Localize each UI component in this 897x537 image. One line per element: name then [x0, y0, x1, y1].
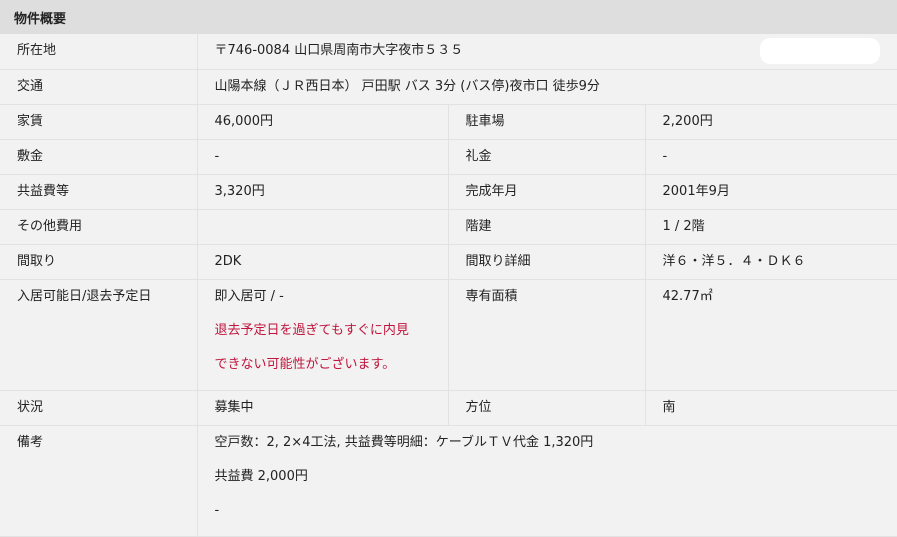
- section-header: 物件概要: [0, 0, 897, 34]
- status-value: 募集中: [197, 390, 448, 425]
- row-label: 間取り詳細: [448, 244, 645, 279]
- row-label: 備考: [0, 425, 197, 536]
- warning-text: 退去予定日を過ぎてもすぐに内見: [215, 322, 448, 356]
- property-table: 所在地 〒746-0084 山口県周南市大字夜市５３５ 交通 山陽本線（ＪＲ西日…: [0, 34, 897, 537]
- table-row-rent: 家賃 46,000円 駐車場 2,200円: [0, 104, 897, 139]
- row-label: 交通: [0, 69, 197, 104]
- row-label: 家賃: [0, 104, 197, 139]
- table-row-layout: 間取り 2DK 間取り詳細 洋６・洋５．４・ＤＫ６: [0, 244, 897, 279]
- layout-value: 2DK: [197, 244, 448, 279]
- key-money-value: -: [645, 139, 897, 174]
- row-label: 敷金: [0, 139, 197, 174]
- direction-value: 南: [645, 390, 897, 425]
- row-label: 間取り: [0, 244, 197, 279]
- deposit-value: -: [197, 139, 448, 174]
- remarks-value: 空戸数：2, 2×4工法, 共益費等明細：ケーブルＴＶ代金 1,320円 共益費…: [197, 425, 897, 536]
- row-label: 駐車場: [448, 104, 645, 139]
- table-row-transport: 交通 山陽本線（ＪＲ西日本） 戸田駅 バス 3分 (バス停)夜市口 徒歩9分: [0, 69, 897, 104]
- row-label: 入居可能日/退去予定日: [0, 279, 197, 390]
- remarks-line: -: [215, 502, 897, 536]
- row-label: 共益費等: [0, 174, 197, 209]
- row-label: 階建: [448, 209, 645, 244]
- layout-detail-value: 洋６・洋５．４・ＤＫ６: [645, 244, 897, 279]
- row-label: その他費用: [0, 209, 197, 244]
- table-row-move-in: 入居可能日/退去予定日 即入居可 / - 退去予定日を過ぎてもすぐに内見 できな…: [0, 279, 897, 390]
- area-value: 42.77㎡: [645, 279, 897, 390]
- warning-text: できない可能性がございます。: [215, 356, 448, 390]
- rent-value: 46,000円: [197, 104, 448, 139]
- address-text: 〒746-0084 山口県周南市大字夜市５３５: [215, 43, 464, 58]
- table-row-deposit: 敷金 - 礼金 -: [0, 139, 897, 174]
- remarks-line: 共益費 2,000円: [215, 468, 897, 502]
- table-row-other-fee: その他費用 階建 1 / 2階: [0, 209, 897, 244]
- section-title: 物件概要: [14, 8, 66, 27]
- redaction-mask: [760, 38, 880, 64]
- table-row-common-fee: 共益費等 3,320円 完成年月 2001年9月: [0, 174, 897, 209]
- common-fee-value: 3,320円: [197, 174, 448, 209]
- row-label: 完成年月: [448, 174, 645, 209]
- table-row-remarks: 備考 空戸数：2, 2×4工法, 共益費等明細：ケーブルＴＶ代金 1,320円 …: [0, 425, 897, 536]
- other-fee-value: [197, 209, 448, 244]
- row-label: 方位: [448, 390, 645, 425]
- table-row-status: 状況 募集中 方位 南: [0, 390, 897, 425]
- completion-value: 2001年9月: [645, 174, 897, 209]
- transport-value: 山陽本線（ＪＲ西日本） 戸田駅 バス 3分 (バス停)夜市口 徒歩9分: [197, 69, 897, 104]
- floors-value: 1 / 2階: [645, 209, 897, 244]
- row-label: 所在地: [0, 34, 197, 69]
- remarks-line: 空戸数：2, 2×4工法, 共益費等明細：ケーブルＴＶ代金 1,320円: [215, 434, 897, 468]
- row-label: 状況: [0, 390, 197, 425]
- parking-value: 2,200円: [645, 104, 897, 139]
- row-label: 礼金: [448, 139, 645, 174]
- move-in-text: 即入居可 / -: [215, 288, 448, 322]
- row-label: 専有面積: [448, 279, 645, 390]
- property-summary: 物件概要 所在地 〒746-0084 山口県周南市大字夜市５３５ 交通 山陽本線…: [0, 0, 897, 525]
- move-in-value: 即入居可 / - 退去予定日を過ぎてもすぐに内見 できない可能性がございます。: [197, 279, 448, 390]
